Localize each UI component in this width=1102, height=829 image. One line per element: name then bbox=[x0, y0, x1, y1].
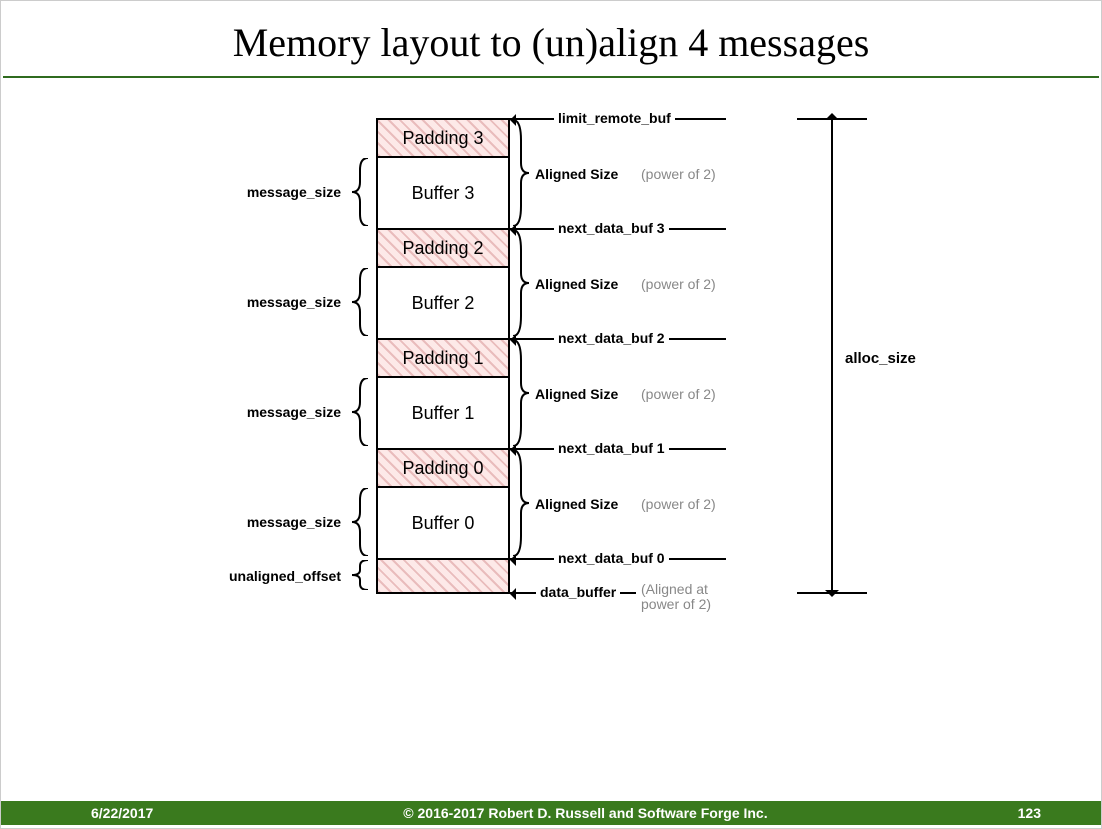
unaligned-offset-block bbox=[378, 560, 508, 594]
ptr-label: next_data_buf 1 bbox=[554, 440, 669, 456]
note-pow-2: (power of 2) bbox=[641, 276, 716, 292]
slide-title: Memory layout to (un)align 4 messages bbox=[1, 1, 1101, 76]
buffer-3: Buffer 3 bbox=[378, 158, 508, 230]
memory-column: Padding 3 Buffer 3 Padding 2 Buffer 2 Pa… bbox=[376, 118, 510, 594]
padding-2: Padding 2 bbox=[378, 230, 508, 268]
ptr-label: next_data_buf 0 bbox=[554, 550, 669, 566]
note-pow-3: (power of 2) bbox=[641, 166, 716, 182]
note-line: (Aligned at bbox=[641, 581, 708, 597]
brace-msg-0 bbox=[352, 488, 370, 556]
brace-msg-1 bbox=[352, 378, 370, 446]
ptr-next-0: next_data_buf 0 bbox=[506, 558, 726, 560]
buffer-2: Buffer 2 bbox=[378, 268, 508, 340]
ptr-next-1: next_data_buf 1 bbox=[506, 448, 726, 450]
brace-aligned-1 bbox=[511, 340, 529, 446]
ptr-next-2: next_data_buf 2 bbox=[506, 338, 726, 340]
slide-footer: 6/22/2017 © 2016-2017 Robert D. Russell … bbox=[1, 801, 1101, 825]
ptr-data-buffer: data_buffer bbox=[506, 592, 636, 594]
memory-diagram: limit_remote_buf Padding 3 Buffer 3 Padd… bbox=[1, 96, 1101, 796]
padding-3: Padding 3 bbox=[378, 120, 508, 158]
note-pow-1: (power of 2) bbox=[641, 386, 716, 402]
buffer-0: Buffer 0 bbox=[378, 488, 508, 560]
label-aligned-1: Aligned Size bbox=[535, 386, 618, 402]
footer-copyright: © 2016-2017 Robert D. Russell and Softwa… bbox=[153, 805, 1017, 821]
alloc-arrow bbox=[831, 120, 833, 590]
ptr-next-3: next_data_buf 3 bbox=[506, 228, 726, 230]
label-aligned-3: Aligned Size bbox=[535, 166, 618, 182]
title-rule bbox=[3, 76, 1099, 78]
label-msg-0: message_size bbox=[247, 514, 341, 530]
label-aligned-2: Aligned Size bbox=[535, 276, 618, 292]
brace-aligned-0 bbox=[511, 450, 529, 556]
label-aligned-0: Aligned Size bbox=[535, 496, 618, 512]
padding-0: Padding 0 bbox=[378, 450, 508, 488]
brace-aligned-2 bbox=[511, 230, 529, 336]
note-line: power of 2) bbox=[641, 596, 711, 612]
label-msg-2: message_size bbox=[247, 294, 341, 310]
ptr-label: next_data_buf 3 bbox=[554, 220, 669, 236]
ptr-label: limit_remote_buf bbox=[554, 110, 675, 126]
brace-unaligned bbox=[352, 560, 370, 590]
note-pow-0: (power of 2) bbox=[641, 496, 716, 512]
label-msg-3: message_size bbox=[247, 184, 341, 200]
label-alloc: alloc_size bbox=[843, 348, 918, 369]
ptr-label: data_buffer bbox=[536, 584, 620, 600]
label-unaligned: unaligned_offset bbox=[229, 568, 341, 584]
footer-date: 6/22/2017 bbox=[1, 805, 153, 821]
slide: Memory layout to (un)align 4 messages li… bbox=[0, 0, 1102, 829]
brace-aligned-3 bbox=[511, 120, 529, 226]
note-aligned-at: (Aligned at power of 2) bbox=[641, 582, 711, 613]
brace-msg-3 bbox=[352, 158, 370, 226]
padding-1: Padding 1 bbox=[378, 340, 508, 378]
ptr-limit-remote-buf: limit_remote_buf bbox=[506, 118, 726, 120]
footer-page: 123 bbox=[1018, 805, 1101, 821]
ptr-label: next_data_buf 2 bbox=[554, 330, 669, 346]
buffer-1: Buffer 1 bbox=[378, 378, 508, 450]
brace-msg-2 bbox=[352, 268, 370, 336]
label-msg-1: message_size bbox=[247, 404, 341, 420]
